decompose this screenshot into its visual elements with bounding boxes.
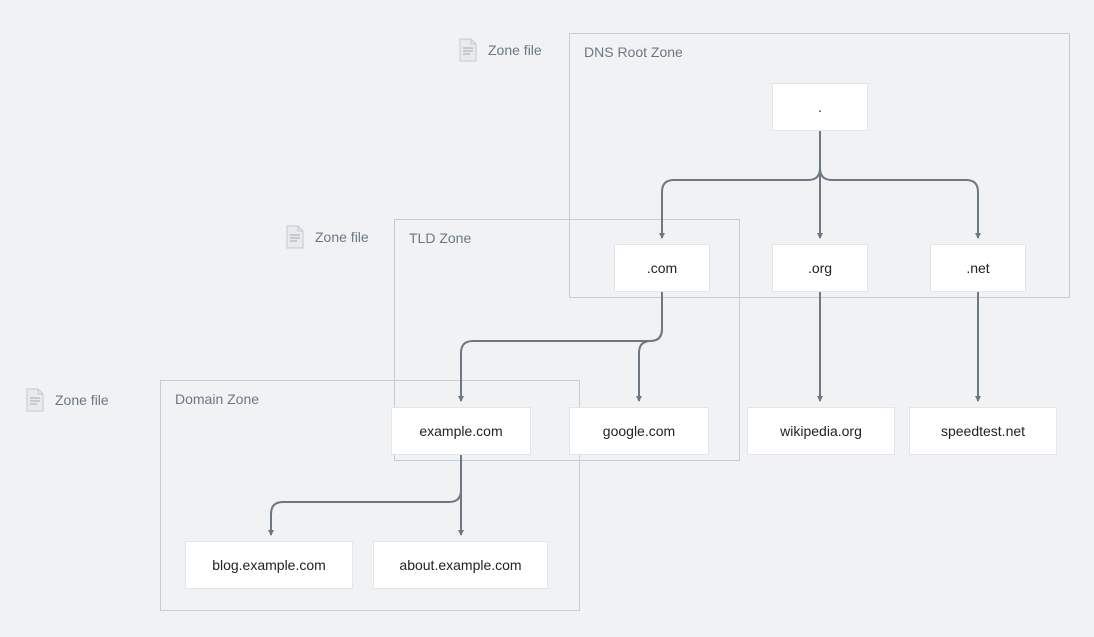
file-icon [458, 38, 478, 62]
node-org: .org [772, 244, 868, 292]
node-speedtest-net: speedtest.net [909, 407, 1057, 455]
node-example-com-label: example.com [419, 423, 502, 439]
zone-file-label-domain: Zone file [25, 388, 109, 412]
node-wikipedia-org-label: wikipedia.org [780, 423, 862, 439]
zone-root-title: DNS Root Zone [584, 44, 683, 60]
zone-file-label-root: Zone file [458, 38, 542, 62]
node-root-label: . [818, 99, 822, 115]
node-speedtest-net-label: speedtest.net [941, 423, 1025, 439]
zone-domain-title: Domain Zone [175, 391, 259, 407]
node-blog-example-label: blog.example.com [212, 557, 326, 573]
node-about-example: about.example.com [373, 541, 548, 589]
node-blog-example: blog.example.com [185, 541, 353, 589]
zone-tld-title: TLD Zone [409, 230, 471, 246]
zone-file-text: Zone file [488, 42, 542, 58]
node-com: .com [614, 244, 710, 292]
node-google-com-label: google.com [603, 423, 675, 439]
node-com-label: .com [647, 260, 677, 276]
zone-file-text: Zone file [315, 229, 369, 245]
node-about-example-label: about.example.com [399, 557, 521, 573]
node-net: .net [930, 244, 1026, 292]
node-wikipedia-org: wikipedia.org [747, 407, 895, 455]
node-google-com: google.com [569, 407, 709, 455]
file-icon [25, 388, 45, 412]
node-org-label: .org [808, 260, 832, 276]
node-root: . [772, 83, 868, 131]
file-icon [285, 225, 305, 249]
zone-file-label-tld: Zone file [285, 225, 369, 249]
node-net-label: .net [966, 260, 989, 276]
zone-file-text: Zone file [55, 392, 109, 408]
node-example-com: example.com [391, 407, 531, 455]
